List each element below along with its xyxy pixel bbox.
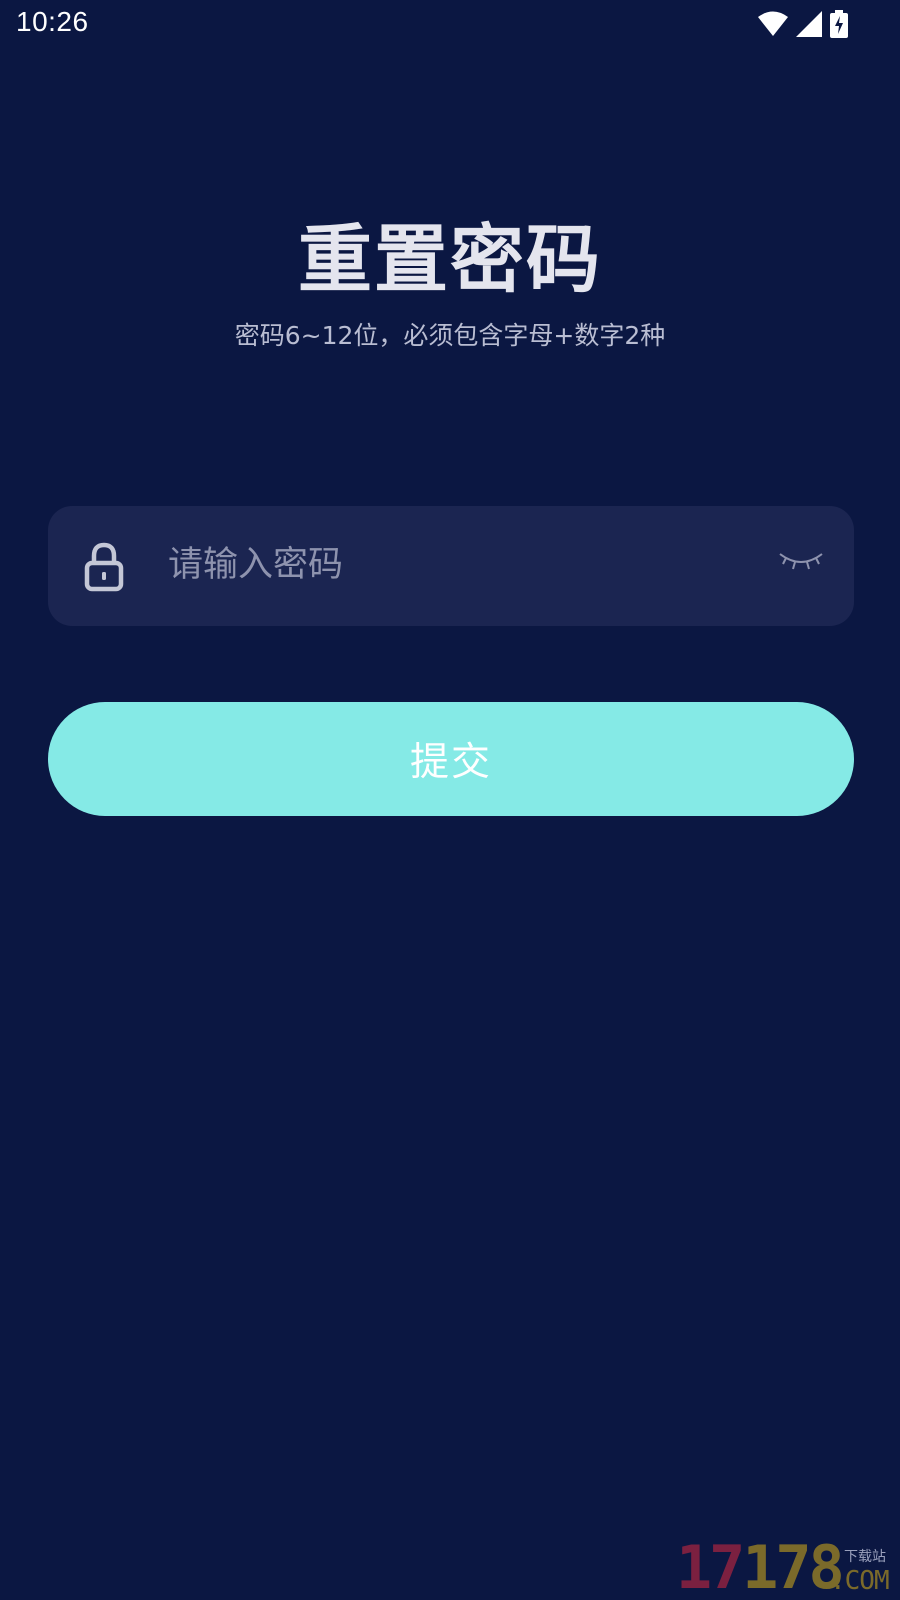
page-subtitle: 密码6~12位，必须包含字母+数字2种 xyxy=(234,321,666,350)
reset-password-screen: 10:26 重置密码 密码6~12位，必须包含字母+数字2种 提交 17178 … xyxy=(0,0,900,1600)
watermark-digits: 17178 xyxy=(676,1538,845,1598)
eye-closed-icon[interactable] xyxy=(778,548,824,578)
submit-button[interactable]: 提交 xyxy=(48,702,854,816)
lock-icon xyxy=(84,542,124,592)
battery-charging-icon xyxy=(830,10,848,38)
cell-signal-icon xyxy=(796,11,822,37)
watermark-digits-gold: 178 xyxy=(742,1533,844,1600)
status-bar: 10:26 xyxy=(0,0,900,52)
status-time: 10:26 xyxy=(16,6,89,37)
watermark-tag: 下载站 xyxy=(844,1549,886,1565)
watermark-logo: 17178 下载站 .COM xyxy=(676,1538,896,1598)
watermark-domain: .COM xyxy=(830,1566,890,1596)
password-input[interactable] xyxy=(168,530,738,600)
watermark-digits-red: 17 xyxy=(676,1533,745,1600)
page-title: 重置密码 xyxy=(298,217,602,303)
status-icons xyxy=(758,10,848,38)
wifi-icon xyxy=(758,11,788,36)
